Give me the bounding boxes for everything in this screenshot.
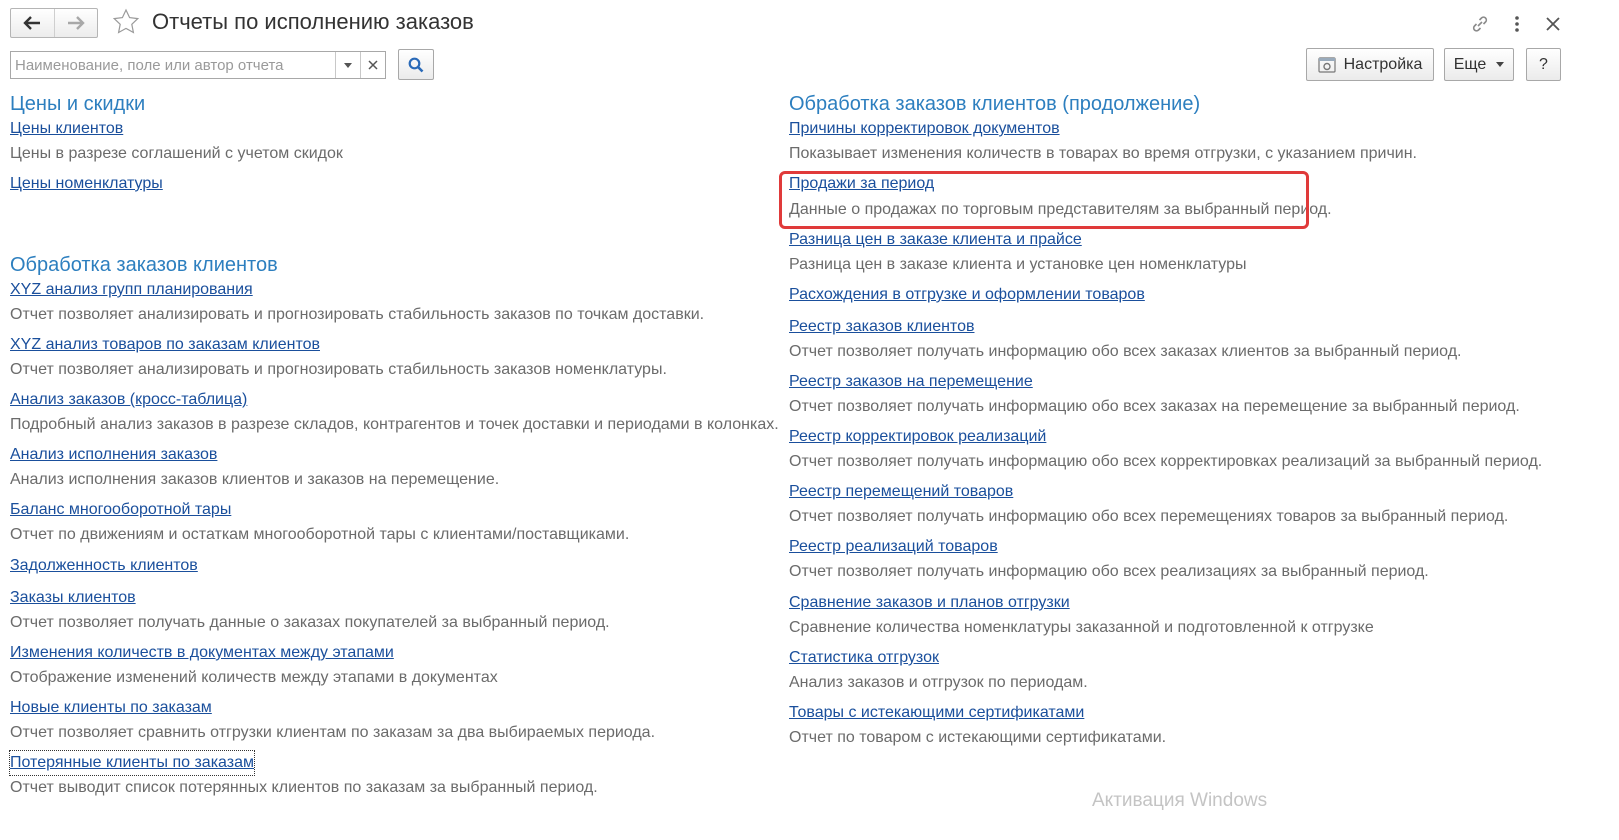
- report-link[interactable]: Новые клиенты по заказам: [10, 696, 212, 720]
- report-link[interactable]: Статистика отгрузок: [789, 646, 939, 670]
- report-link[interactable]: Расхождения в отгрузке и оформлении това…: [789, 283, 1145, 307]
- arrow-right-icon: [67, 16, 85, 30]
- report-description: Отчет позволяет анализировать и прогнози…: [10, 361, 667, 378]
- report-description: Разница цен в заказе клиента и установке…: [789, 256, 1247, 273]
- report-link[interactable]: Реестр корректировок реализаций: [789, 425, 1046, 449]
- report-description: Отчет позволяет анализировать и прогнози…: [10, 306, 705, 323]
- close-icon[interactable]: [1541, 12, 1565, 36]
- report-description: Отчет позволяет получать информацию обо …: [789, 563, 1429, 580]
- page-title: Отчеты по исполнению заказов: [152, 9, 474, 34]
- title-bar: Отчеты по исполнению заказов: [0, 0, 1619, 46]
- report-link[interactable]: Анализ исполнения заказов: [10, 443, 217, 467]
- report-link[interactable]: Сравнение заказов и планов отгрузки: [789, 591, 1070, 615]
- report-link[interactable]: Разница цен в заказе клиента и прайсе: [789, 228, 1082, 252]
- report-description: Отчет позволяет получать данные о заказа…: [10, 614, 610, 631]
- search-button[interactable]: [398, 49, 434, 80]
- report-description: Сравнение количества номенклатуры заказа…: [789, 619, 1374, 636]
- more-vertical-icon[interactable]: [1505, 12, 1529, 36]
- report-description: Отчет по движениям и остаткам многооборо…: [10, 526, 630, 543]
- section-title: Обработка заказов клиентов (продолжение): [789, 93, 1201, 115]
- search-dropdown-button[interactable]: [335, 52, 360, 78]
- report-link[interactable]: XYZ анализ групп планирования: [10, 278, 253, 302]
- arrow-left-icon: [23, 16, 41, 30]
- report-link[interactable]: Реестр заказов клиентов: [789, 315, 974, 339]
- report-description: Отчет позволяет сравнить отгрузки клиент…: [10, 724, 656, 741]
- windows-activation-watermark: Активация Windows: [1092, 790, 1268, 811]
- report-description: Отчет по товаром с истекающими сертифика…: [789, 729, 1167, 746]
- report-description: Отображение изменений количеств между эт…: [10, 669, 498, 686]
- report-description: Отчет позволяет получать информацию обо …: [789, 398, 1520, 415]
- clear-icon: [368, 60, 378, 70]
- forward-button[interactable]: [53, 9, 98, 37]
- chevron-down-icon: [1496, 62, 1505, 67]
- settings-button[interactable]: Настройка: [1306, 48, 1434, 81]
- favorite-star-icon[interactable]: [112, 8, 140, 36]
- link-icon[interactable]: [1468, 12, 1492, 36]
- report-description: Отчет позволяет получать информацию обо …: [789, 508, 1509, 525]
- report-description: Цены в разрезе соглашений с учетом скидо…: [10, 145, 343, 162]
- section-title: Цены и скидки: [10, 93, 146, 115]
- report-description: Отчет позволяет получать информацию обо …: [789, 343, 1462, 360]
- report-description: Анализ заказов и отгрузок по периодам.: [789, 674, 1088, 691]
- chevron-down-icon: [344, 62, 352, 68]
- report-link[interactable]: Товары с истекающими сертификатами: [789, 701, 1084, 725]
- report-link[interactable]: XYZ анализ товаров по заказам клиентов: [10, 333, 320, 357]
- search-input[interactable]: [11, 52, 335, 78]
- more-button[interactable]: Еще: [1444, 48, 1514, 81]
- report-description: Отчет выводит список потерянных клиентов…: [10, 779, 598, 796]
- back-button[interactable]: [11, 9, 54, 37]
- report-link[interactable]: Задолженность клиентов: [10, 554, 198, 578]
- report-description: Подробный анализ заказов в разрезе склад…: [10, 416, 779, 433]
- settings-label: Настройка: [1343, 55, 1423, 73]
- toolbar: Настройка Еще ?: [0, 46, 1619, 86]
- report-link[interactable]: Реестр реализаций товаров: [789, 535, 998, 559]
- search-clear-button[interactable]: [360, 52, 385, 78]
- report-link[interactable]: Причины корректировок документов: [789, 117, 1060, 141]
- report-link[interactable]: Цены номенклатуры: [10, 172, 163, 196]
- report-description: Отчет позволяет получать информацию обо …: [789, 453, 1543, 470]
- report-link[interactable]: Баланс многооборотной тары: [10, 498, 231, 522]
- report-link[interactable]: Потерянные клиенты по заказам: [9, 750, 255, 776]
- report-link[interactable]: Цены клиентов: [10, 117, 123, 141]
- help-label: ?: [1539, 55, 1548, 73]
- report-link[interactable]: Заказы клиентов: [10, 586, 136, 610]
- more-label: Еще: [1453, 55, 1487, 73]
- report-link[interactable]: Реестр перемещений товаров: [789, 480, 1013, 504]
- settings-icon: [1318, 56, 1336, 73]
- report-link[interactable]: Изменения количеств в документах между э…: [10, 641, 394, 665]
- report-link[interactable]: Реестр заказов на перемещение: [789, 370, 1033, 394]
- search-icon: [408, 57, 424, 72]
- highlight-box: [779, 171, 1309, 229]
- help-button[interactable]: ?: [1526, 48, 1561, 81]
- navigation-buttons: [10, 8, 98, 38]
- section-title: Обработка заказов клиентов: [10, 254, 278, 276]
- report-description: Показывает изменения количеств в товарах…: [789, 145, 1417, 162]
- report-description: Анализ исполнения заказов клиентов и зак…: [10, 471, 500, 488]
- report-link[interactable]: Анализ заказов (кросс-таблица): [10, 388, 247, 412]
- search-box: [10, 51, 386, 79]
